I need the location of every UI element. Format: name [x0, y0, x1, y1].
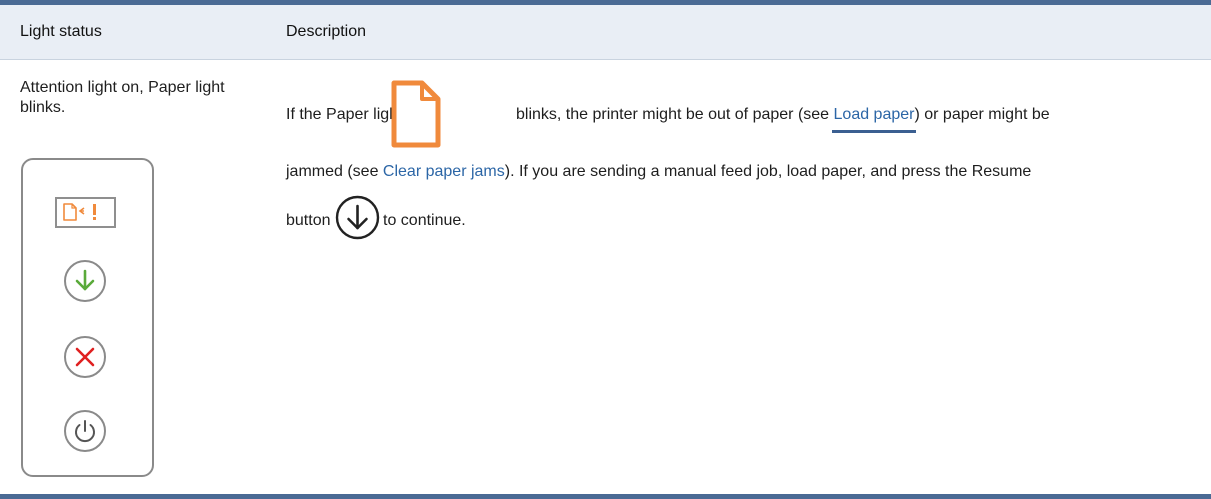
panel-resume-button [64, 260, 106, 302]
description-text-2: blinks, the printer might be out of pape… [516, 106, 1050, 133]
light-status-table: Light status Description Attention light… [0, 0, 1211, 499]
power-icon [75, 420, 95, 443]
description-text-2a: blinks, the printer might be out of pape… [516, 106, 834, 123]
description-text-3b: ). If you are sending a manual feed job,… [504, 163, 1032, 180]
resume-arrow-icon [335, 195, 380, 240]
load-paper-link[interactable]: Load paper [831, 106, 917, 133]
description-text-1: If the Paper light [286, 106, 403, 123]
resume-arrow-icon [75, 269, 95, 291]
table-bottom-rule [0, 494, 1211, 499]
description-text-3: jammed (see Clear paper jams). If you ar… [286, 163, 1031, 181]
control-panel-illustration [21, 158, 154, 477]
cancel-x-icon [75, 347, 95, 367]
panel-status-display [55, 197, 116, 228]
description-text-4: button [286, 212, 331, 229]
panel-power-button [64, 410, 106, 452]
description-text-2b: ) or paper might be [914, 106, 1050, 123]
header-description: Description [286, 23, 367, 40]
paper-attention-lights-icon [63, 203, 96, 221]
paper-light-icon [391, 80, 441, 148]
clear-paper-jams-link[interactable]: Clear paper jams [383, 163, 505, 180]
panel-cancel-button [64, 336, 106, 378]
description-text-3a: jammed (see [286, 163, 383, 180]
light-status-cell: Attention light on, Paper light blinks. [20, 79, 225, 116]
header-light-status: Light status [20, 23, 102, 40]
table-header-row: Light status Description [0, 5, 1211, 60]
description-text-5: to continue. [383, 212, 466, 229]
